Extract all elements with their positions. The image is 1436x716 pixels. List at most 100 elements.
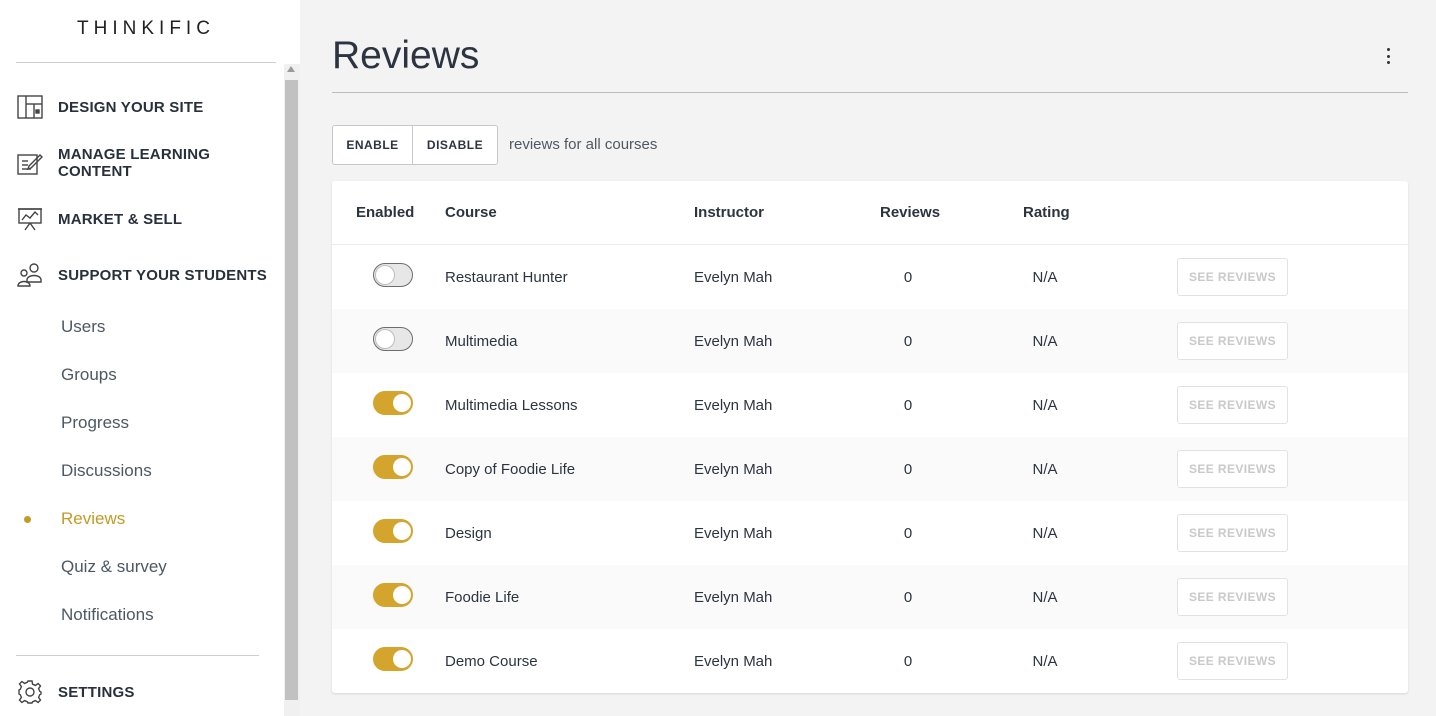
see-reviews-button[interactable]: SEE REVIEWS	[1177, 450, 1288, 488]
table-row: Copy of Foodie Life Evelyn Mah 0 N/A SEE REV…	[332, 437, 1408, 501]
instructor-name: Evelyn Mah	[694, 652, 773, 670]
nav-label: SETTINGS	[58, 683, 135, 701]
see-reviews-button[interactable]: SEE REVIEWS	[1177, 258, 1288, 296]
review-count: 0	[903, 524, 913, 542]
rating-value: N/A	[1032, 268, 1058, 286]
see-reviews-button[interactable]: SEE REVIEWS	[1177, 322, 1288, 360]
nav-sub-label: Groups	[61, 365, 117, 384]
instructor-name: Evelyn Mah	[694, 268, 773, 286]
disable-all-button[interactable]: DISABLE	[413, 126, 497, 164]
review-count: 0	[903, 460, 913, 478]
nav-reviews[interactable]: Reviews	[0, 502, 284, 536]
instructor-name: Evelyn Mah	[694, 396, 773, 414]
divider	[16, 655, 259, 656]
nav-label: MANAGE LEARNING CONTENT	[58, 146, 211, 180]
scroll-thumb[interactable]	[285, 80, 298, 700]
nav-label: SUPPORT YOUR STUDENTS	[58, 266, 267, 284]
review-count: 0	[903, 588, 913, 606]
review-enabled-toggle[interactable]	[373, 263, 413, 287]
see-reviews-button[interactable]: SEE REVIEWS	[1177, 642, 1288, 680]
review-enabled-toggle[interactable]	[373, 519, 413, 543]
nav-manage-learning-content[interactable]: MANAGE LEARNING CONTENT	[0, 143, 284, 183]
bulk-toggle-group: ENABLE DISABLE	[332, 125, 498, 165]
nav-settings[interactable]: SETTINGS	[0, 672, 284, 712]
nav-users[interactable]: Users	[0, 310, 284, 344]
presentation-icon	[16, 205, 44, 233]
nav-notifications[interactable]: Notifications	[0, 598, 284, 632]
toggle-knob	[392, 457, 411, 476]
header-course: Course	[445, 204, 497, 221]
table-row: Foodie Life Evelyn Mah 0 N/A SEE REVIEWS	[332, 565, 1408, 629]
nav-quiz-and-survey[interactable]: Quiz & survey	[0, 550, 284, 584]
nav-discussions[interactable]: Discussions	[0, 454, 284, 488]
course-name: Design	[445, 524, 492, 542]
toggle-knob	[392, 585, 411, 604]
header-reviews: Reviews	[880, 204, 941, 221]
review-enabled-toggle[interactable]	[373, 391, 413, 415]
rating-value: N/A	[1032, 460, 1058, 478]
instructor-name: Evelyn Mah	[694, 460, 773, 478]
instructor-name: Evelyn Mah	[694, 524, 773, 542]
review-count: 0	[903, 396, 913, 414]
bulk-action-description: reviews for all courses	[509, 136, 658, 153]
more-options-icon[interactable]	[1380, 46, 1396, 66]
course-name: Copy of Foodie Life	[445, 460, 576, 478]
divider	[332, 92, 1408, 93]
enable-all-button[interactable]: ENABLE	[333, 126, 413, 164]
page-title: Reviews	[332, 34, 480, 77]
toggle-knob	[375, 265, 394, 284]
table-row: Restaurant Hunter Evelyn Mah 0 N/A SEE REVIE…	[332, 245, 1408, 309]
sidebar-scrollbar[interactable]	[284, 64, 300, 716]
toggle-knob	[375, 329, 394, 348]
layout-icon	[16, 93, 44, 121]
nav-support-your-students[interactable]: SUPPORT YOUR STUDENTS	[0, 255, 284, 295]
rating-value: N/A	[1032, 524, 1058, 542]
nav-sub-label: Users	[61, 317, 106, 336]
nav-market-and-sell[interactable]: MARKET & SELL	[0, 199, 284, 239]
rating-value: N/A	[1032, 588, 1058, 606]
reviews-table: Enabled Course Instructor Reviews Rating…	[332, 181, 1408, 693]
table-row: Demo Course Evelyn Mah 0 N/A SEE REVIEWS	[332, 629, 1408, 693]
toggle-knob	[392, 649, 411, 668]
rating-value: N/A	[1032, 652, 1058, 670]
gear-icon	[16, 678, 44, 706]
scroll-up-arrow-icon[interactable]	[287, 66, 295, 72]
nav-sub-label: Discussions	[61, 461, 152, 480]
table-row: Design Evelyn Mah 0 N/A SEE REVIEWS	[332, 501, 1408, 565]
see-reviews-button[interactable]: SEE REVIEWS	[1177, 386, 1288, 424]
review-enabled-toggle[interactable]	[373, 327, 413, 351]
sidebar: THINKIFIC DESIGN YOUR SITE MANAGE LEARNI…	[0, 0, 300, 716]
toggle-knob	[392, 393, 411, 412]
header-enabled: Enabled	[356, 204, 415, 221]
instructor-name: Evelyn Mah	[694, 588, 773, 606]
nav-sub-label: Quiz & survey	[61, 557, 167, 576]
course-name: Restaurant Hunter	[445, 268, 568, 286]
thinkific-logo[interactable]: THINKIFIC	[0, 18, 292, 40]
table-row: Multimedia Evelyn Mah 0 N/A SEE REVIEWS	[332, 309, 1408, 373]
see-reviews-button[interactable]: SEE REVIEWS	[1177, 514, 1288, 552]
nav-sub-label: Notifications	[61, 605, 154, 624]
nav-label: MARKET & SELL	[58, 210, 183, 228]
review-count: 0	[903, 332, 913, 350]
review-count: 0	[903, 652, 913, 670]
edit-icon	[16, 149, 44, 177]
nav-progress[interactable]: Progress	[0, 406, 284, 440]
toggle-knob	[392, 521, 411, 540]
course-name: Multimedia Lessons	[445, 396, 578, 414]
header-instructor: Instructor	[694, 204, 765, 221]
nav-sub-label: Reviews	[61, 509, 126, 528]
review-enabled-toggle[interactable]	[373, 455, 413, 479]
course-name: Multimedia	[445, 332, 518, 350]
see-reviews-button[interactable]: SEE REVIEWS	[1177, 578, 1288, 616]
review-enabled-toggle[interactable]	[373, 583, 413, 607]
nav-sub-label: Progress	[61, 413, 130, 432]
course-name: Foodie Life	[445, 588, 520, 606]
review-enabled-toggle[interactable]	[373, 647, 413, 671]
rating-value: N/A	[1032, 332, 1058, 350]
table-header: Enabled Course Instructor Reviews Rating	[332, 181, 1408, 245]
nav-groups[interactable]: Groups	[0, 358, 284, 392]
header-rating: Rating	[1023, 204, 1070, 221]
instructor-name: Evelyn Mah	[694, 332, 773, 350]
nav-design-your-site[interactable]: DESIGN YOUR SITE	[0, 87, 284, 127]
review-count: 0	[903, 268, 913, 286]
